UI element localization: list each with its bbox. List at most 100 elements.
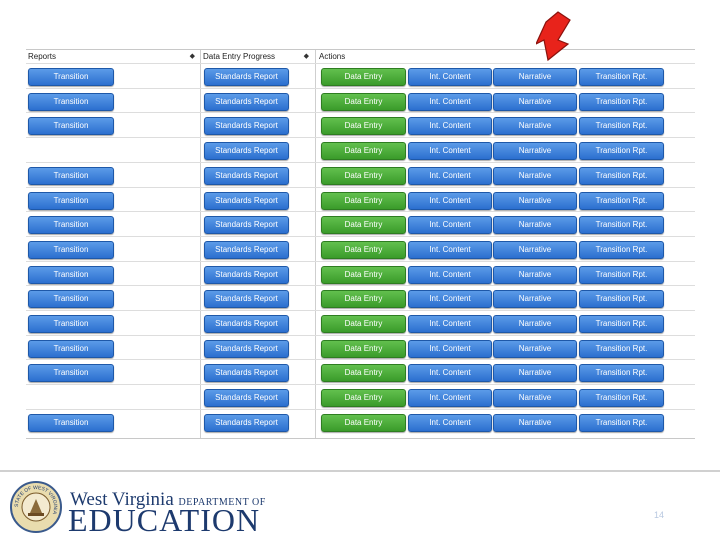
standards-report-button[interactable]: Standards Report (204, 364, 289, 383)
table-row: Transition Standards Report Data Entry Int.… (26, 260, 695, 287)
standards-report-button[interactable]: Standards Report (204, 92, 289, 111)
standards-report-button[interactable]: Standards Report (204, 265, 289, 284)
data-entry-button[interactable]: Data Entry (321, 142, 406, 161)
sort-icon[interactable]: ◆ (190, 50, 195, 63)
standards-report-button[interactable]: Standards Report (204, 166, 289, 185)
transition-button[interactable]: Transition (28, 265, 114, 284)
standards-report-button[interactable]: Standards Report (204, 68, 289, 86)
int-content-button[interactable]: Int. Content (408, 117, 492, 136)
table-row: Transition Standards Report Data Entry Int.… (26, 285, 695, 311)
int-content-button[interactable]: Int. Content (408, 339, 492, 358)
transition-button[interactable]: Transition (28, 413, 114, 432)
data-entry-button[interactable]: Data Entry (321, 166, 406, 185)
transition-rpt-button[interactable]: Transition Rpt. (579, 315, 664, 333)
column-header-progress[interactable]: Data Entry Progress ◆ (201, 50, 314, 63)
transition-rpt-button[interactable]: Transition Rpt. (579, 389, 664, 408)
transition-button[interactable]: Transition (28, 191, 114, 210)
standards-report-button[interactable]: Standards Report (204, 290, 289, 309)
int-content-button[interactable]: Int. Content (408, 166, 492, 185)
transition-rpt-button[interactable]: Transition Rpt. (579, 364, 664, 383)
transition-rpt-button[interactable]: Transition Rpt. (579, 265, 664, 284)
sort-icon[interactable]: ◆ (304, 50, 309, 63)
int-content-button[interactable]: Int. Content (408, 413, 492, 432)
standards-report-button[interactable]: Standards Report (204, 389, 289, 408)
int-content-button[interactable]: Int. Content (408, 191, 492, 210)
transition-rpt-button[interactable]: Transition Rpt. (579, 290, 664, 309)
int-content-button[interactable]: Int. Content (408, 315, 492, 333)
standards-report-button[interactable]: Standards Report (204, 413, 289, 432)
narrative-button[interactable]: Narrative (493, 265, 577, 284)
standards-report-button[interactable]: Standards Report (204, 315, 289, 333)
data-entry-button[interactable]: Data Entry (321, 290, 406, 309)
transition-rpt-button[interactable]: Transition Rpt. (579, 339, 664, 358)
int-content-button[interactable]: Int. Content (408, 389, 492, 408)
int-content-button[interactable]: Int. Content (408, 216, 492, 235)
data-entry-button[interactable]: Data Entry (321, 68, 406, 86)
narrative-button[interactable]: Narrative (493, 92, 577, 111)
data-entry-button[interactable]: Data Entry (321, 339, 406, 358)
narrative-button[interactable]: Narrative (493, 315, 577, 333)
int-content-button[interactable]: Int. Content (408, 290, 492, 309)
transition-button[interactable]: Transition (28, 240, 114, 259)
transition-button[interactable]: Transition (28, 68, 114, 86)
table-row: Transition Standards Report Data Entry Int.… (26, 334, 695, 361)
data-entry-button[interactable]: Data Entry (321, 413, 406, 432)
data-entry-button[interactable]: Data Entry (321, 191, 406, 210)
data-entry-button[interactable]: Data Entry (321, 265, 406, 284)
transition-rpt-button[interactable]: Transition Rpt. (579, 216, 664, 235)
data-entry-button[interactable]: Data Entry (321, 364, 406, 383)
standards-report-button[interactable]: Standards Report (204, 191, 289, 210)
transition-rpt-button[interactable]: Transition Rpt. (579, 92, 664, 111)
transition-button[interactable]: Transition (28, 117, 114, 136)
table-row: Transition Standards Report Data Entry Int.… (26, 186, 695, 213)
footer-divider (0, 470, 720, 472)
transition-rpt-button[interactable]: Transition Rpt. (579, 413, 664, 432)
data-entry-button[interactable]: Data Entry (321, 389, 406, 408)
transition-rpt-button[interactable]: Transition Rpt. (579, 142, 664, 161)
transition-button[interactable]: Transition (28, 92, 114, 111)
narrative-button[interactable]: Narrative (493, 68, 577, 86)
narrative-button[interactable]: Narrative (493, 216, 577, 235)
transition-rpt-button[interactable]: Transition Rpt. (579, 68, 664, 86)
transition-button[interactable]: Transition (28, 315, 114, 333)
int-content-button[interactable]: Int. Content (408, 265, 492, 284)
data-entry-button[interactable]: Data Entry (321, 117, 406, 136)
narrative-button[interactable]: Narrative (493, 290, 577, 309)
org-education-text: EDUCATION (68, 502, 261, 538)
transition-rpt-button[interactable]: Transition Rpt. (579, 117, 664, 136)
narrative-button[interactable]: Narrative (493, 166, 577, 185)
int-content-button[interactable]: Int. Content (408, 142, 492, 161)
narrative-button[interactable]: Narrative (493, 117, 577, 136)
narrative-button[interactable]: Narrative (493, 413, 577, 432)
transition-rpt-button[interactable]: Transition Rpt. (579, 240, 664, 259)
int-content-button[interactable]: Int. Content (408, 364, 492, 383)
int-content-button[interactable]: Int. Content (408, 68, 492, 86)
transition-button[interactable]: Transition (28, 364, 114, 383)
transition-button[interactable]: Transition (28, 216, 114, 235)
standards-report-button[interactable]: Standards Report (204, 339, 289, 358)
narrative-button[interactable]: Narrative (493, 339, 577, 358)
narrative-button[interactable]: Narrative (493, 389, 577, 408)
table-row: Transition Standards Report Data Entry Int.… (26, 359, 695, 385)
int-content-button[interactable]: Int. Content (408, 240, 492, 259)
transition-button[interactable]: Transition (28, 339, 114, 358)
narrative-button[interactable]: Narrative (493, 191, 577, 210)
data-entry-button[interactable]: Data Entry (321, 240, 406, 259)
standards-report-button[interactable]: Standards Report (204, 216, 289, 235)
transition-rpt-button[interactable]: Transition Rpt. (579, 166, 664, 185)
standards-report-button[interactable]: Standards Report (204, 142, 289, 161)
table-row: Standards Report Data Entry Int. Content Na… (26, 384, 695, 410)
transition-button[interactable]: Transition (28, 290, 114, 309)
data-entry-button[interactable]: Data Entry (321, 92, 406, 111)
data-entry-button[interactable]: Data Entry (321, 216, 406, 235)
data-entry-button[interactable]: Data Entry (321, 315, 406, 333)
column-header-reports[interactable]: Reports ◆ (26, 50, 200, 63)
transition-button[interactable]: Transition (28, 166, 114, 185)
standards-report-button[interactable]: Standards Report (204, 240, 289, 259)
transition-rpt-button[interactable]: Transition Rpt. (579, 191, 664, 210)
standards-report-button[interactable]: Standards Report (204, 117, 289, 136)
narrative-button[interactable]: Narrative (493, 364, 577, 383)
narrative-button[interactable]: Narrative (493, 240, 577, 259)
int-content-button[interactable]: Int. Content (408, 92, 492, 111)
narrative-button[interactable]: Narrative (493, 142, 577, 161)
